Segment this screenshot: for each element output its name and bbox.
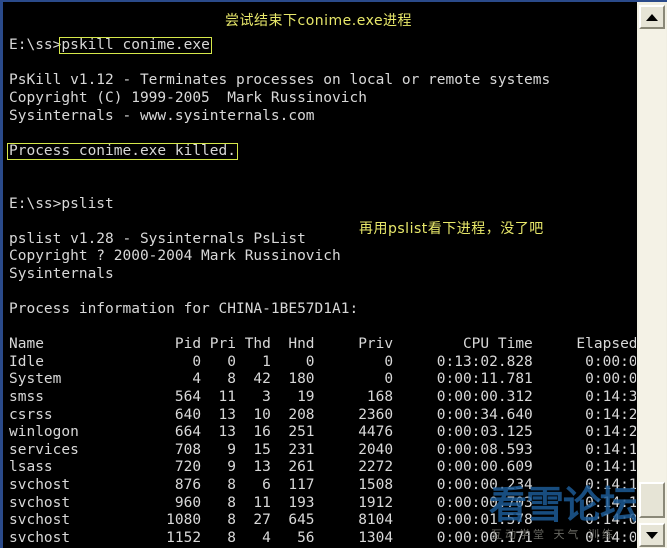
console-line-5 xyxy=(3,125,637,143)
console-line-6: Process conime.exe killed. xyxy=(3,142,637,161)
table-row: System 4 8 42 180 0 0:00:11.781 0:00:00.… xyxy=(9,371,637,388)
annotation-middle: 再用pslist看下进程，没了吧 xyxy=(359,221,544,237)
chevron-up-icon xyxy=(646,13,658,21)
chevron-down-icon xyxy=(646,531,658,539)
table-row: lsass 720 9 13 261 2272 0:00:00.609 0:14… xyxy=(9,459,637,476)
console-line-12: Copyright ? 2000-2004 Mark Russinovich xyxy=(9,248,341,265)
console-line-14 xyxy=(3,284,637,302)
table-row: svchost 876 8 6 117 1508 0:00:00.234 0:1… xyxy=(9,477,637,494)
console-line-8 xyxy=(3,178,637,196)
vertical-scrollbar[interactable] xyxy=(636,2,667,548)
console-line-7 xyxy=(3,160,637,178)
scrollbar-thumb[interactable] xyxy=(639,482,665,518)
annotation-top: 尝试结束下conime.exe进程 xyxy=(225,13,413,29)
console-line-15: Process information for CHINA-1BE57D1A1: xyxy=(9,301,359,318)
scroll-down-button[interactable] xyxy=(639,523,665,547)
table-row: smss 564 11 3 19 168 0:00:00.312 0:14:31… xyxy=(9,389,637,406)
table-row: svchost 1080 8 27 645 8104 0:00:01.578 0… xyxy=(9,512,637,529)
table-row: services 708 9 15 231 2040 0:00:08.593 0… xyxy=(9,441,637,458)
console-line-16 xyxy=(3,319,637,337)
command-prompt-window: E:\ss>pskill conime.exe PsKill v1.12 - T… xyxy=(0,0,667,548)
console-line-0: E:\ss>pskill conime.exe xyxy=(9,37,212,55)
table-row: svchost 960 8 11 193 1912 0:00:00.703 0:… xyxy=(9,494,637,511)
console-output-area[interactable]: E:\ss>pskill conime.exe PsKill v1.12 - T… xyxy=(3,2,637,548)
table-row: csrss 640 13 10 208 2360 0:00:34.640 0:1… xyxy=(9,406,637,423)
console-line-9: E:\ss>pslist xyxy=(9,195,114,212)
console-line-1 xyxy=(3,55,637,73)
console-line-2: PsKill v1.12 - Terminates processes on l… xyxy=(9,72,551,89)
process-table-header: Name Pid Pri Thd Hnd Priv CPU Time Elaps… xyxy=(9,336,637,353)
table-row: svchost 1152 8 4 56 1304 0:00:00.171 0:1… xyxy=(9,529,637,546)
scrollbar-track[interactable] xyxy=(639,20,666,532)
table-row: winlogon 664 13 16 251 4476 0:00:03.125 … xyxy=(9,424,637,441)
highlighted-command: Process conime.exe killed. xyxy=(7,142,238,160)
console-line-13: Sysinternals xyxy=(9,265,114,282)
scroll-up-button[interactable] xyxy=(639,5,665,29)
console-line-4: Sysinternals - www.sysinternals.com xyxy=(9,107,315,124)
console-line-3: Copyright (C) 1999-2005 Mark Russinovich xyxy=(9,89,367,106)
table-row: Idle 0 0 1 0 0 0:13:02.828 0:00:00.000 xyxy=(9,353,637,370)
highlighted-command: pskill conime.exe xyxy=(59,37,212,55)
console-text-lines: E:\ss>pskill conime.exe PsKill v1.12 - T… xyxy=(3,37,637,548)
